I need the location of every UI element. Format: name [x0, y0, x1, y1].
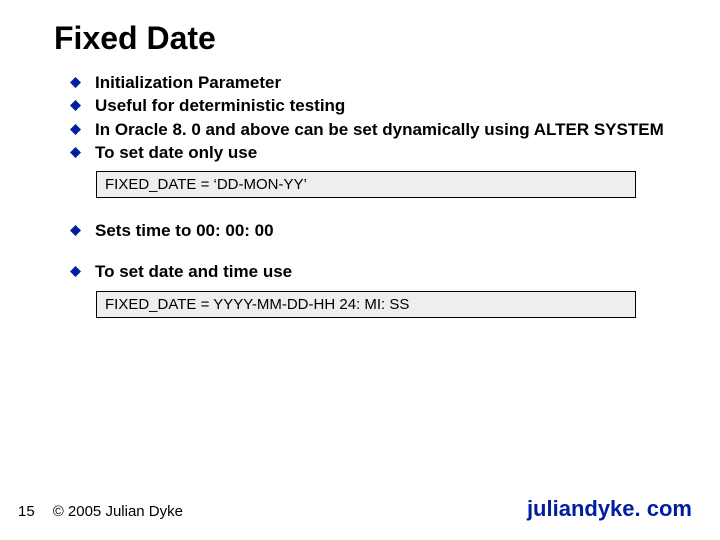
- diamond-bullet-icon: [70, 77, 81, 88]
- page-title: Fixed Date: [54, 20, 216, 57]
- diamond-bullet-icon: [70, 266, 81, 277]
- copyright-text: © 2005 Julian Dyke: [53, 503, 183, 520]
- bullet-item: To set date and time use: [70, 261, 670, 282]
- site-url: juliandyke. com: [527, 496, 692, 522]
- bullet-text: To set date only use: [95, 142, 257, 163]
- slide-content: Initialization Parameter Useful for dete…: [70, 72, 670, 322]
- slide: Fixed Date Initialization Parameter Usef…: [0, 0, 720, 540]
- diamond-bullet-icon: [70, 225, 81, 236]
- code-box: FIXED_DATE = YYYY-MM-DD-HH 24: MI: SS: [96, 291, 636, 318]
- bullet-item: Initialization Parameter: [70, 72, 670, 93]
- bullet-text: Sets time to 00: 00: 00: [95, 220, 274, 241]
- spacer: [70, 243, 670, 261]
- diamond-bullet-icon: [70, 100, 81, 111]
- bullet-text: To set date and time use: [95, 261, 292, 282]
- bullet-text: Useful for deterministic testing: [95, 95, 345, 116]
- bullet-item: To set date only use: [70, 142, 670, 163]
- spacer: [70, 202, 670, 220]
- diamond-bullet-icon: [70, 124, 81, 135]
- diamond-bullet-icon: [70, 147, 81, 158]
- bullet-item: In Oracle 8. 0 and above can be set dyna…: [70, 119, 670, 140]
- bullet-text: In Oracle 8. 0 and above can be set dyna…: [95, 119, 664, 140]
- bullet-item: Useful for deterministic testing: [70, 95, 670, 116]
- code-box: FIXED_DATE = ‘DD-MON-YY’: [96, 171, 636, 198]
- bullet-item: Sets time to 00: 00: 00: [70, 220, 670, 241]
- bullet-text: Initialization Parameter: [95, 72, 281, 93]
- page-number: 15: [18, 503, 35, 520]
